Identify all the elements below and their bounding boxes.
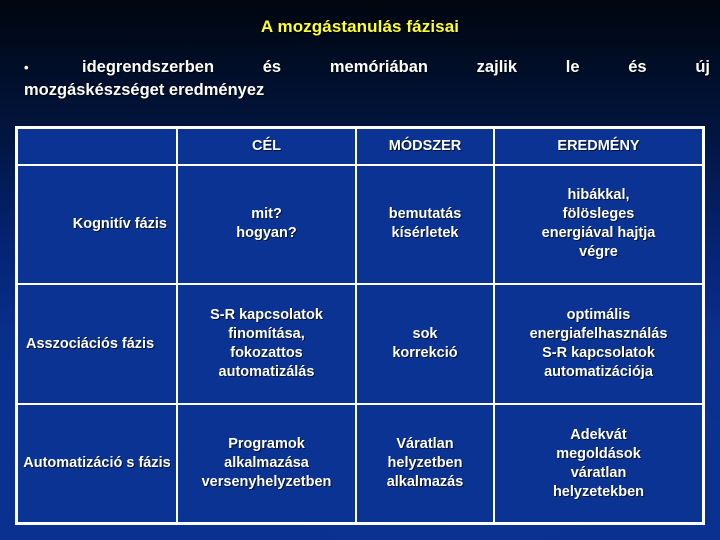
column-header-method: MÓDSZER [357,129,495,166]
cell-result-automatization: Adekvát megoldások váratlan helyzetekben [495,405,702,522]
bullet-line-1: idegrendszerben és memóriában zajlik le … [82,58,710,76]
phases-table: CÉL MÓDSZER EREDMÉNY Kognitív fázis mit?… [15,126,705,525]
table-row: Automatizáció s fázis Programok alkalmazá… [18,405,702,522]
cell-phase-cognitive: Kognitív fázis [18,165,178,286]
slide: A mozgástanulás fázisai • idegrendszerbe… [0,0,720,540]
column-header-result: EREDMÉNY [495,129,702,166]
bullet-line-2: mozgáskészséget eredményez [24,81,265,99]
bullet-item-text: idegrendszerben és memóriában zajlik le … [24,56,710,102]
cell-phase-associative: Asszociációs fázis [18,285,178,406]
cell-goal-automatization: Programok alkalmazása versenyhelyzetben [178,405,357,522]
list-item: • idegrendszerben és memóriában zajlik l… [24,56,710,102]
cell-goal-cognitive: mit? hogyan? [178,165,357,286]
cell-goal-associative: S-R kapcsolatok finomítása, fokozattos auto… [178,285,357,406]
table-row: Kognitív fázis mit? hogyan? bemutatás kísé… [18,165,702,286]
cell-result-cognitive: hibákkal, fölösleges energiával hajtja végr… [495,165,702,286]
bullet-point-icon: • [24,60,29,75]
table-header-row: CÉL MÓDSZER EREDMÉNY [18,129,702,166]
cell-method-associative: sok korrekció [357,285,495,406]
cell-result-associative: optimális energiafelhasználás S-R kapcsola… [495,285,702,406]
cell-method-automatization: Váratlan helyzetben alkalmazás [357,405,495,522]
cell-phase-automatization: Automatizáció s fázis [18,405,178,522]
column-header-goal: CÉL [178,129,357,166]
page-title: A mozgástanulás fázisai [260,17,460,36]
table-row: Asszociációs fázis S-R kapcsolatok finomí… [18,285,702,406]
bullet-list: • idegrendszerben és memóriában zajlik l… [24,56,710,102]
column-header-phase [18,129,178,166]
cell-method-cognitive: bemutatás kísérletek [357,165,495,286]
